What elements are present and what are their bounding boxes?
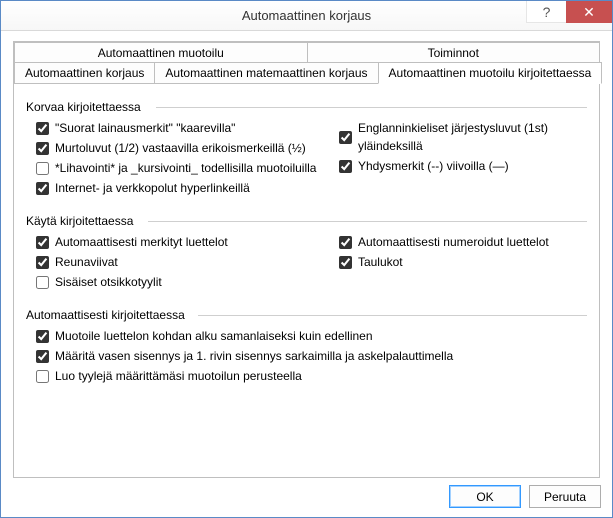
opt-tables[interactable]: Taulukot [329,252,587,272]
lbl-fractions: Murtoluvut (1/2) vastaavilla erikoismerk… [55,139,306,157]
lbl-smart-quotes: "Suorat lainausmerkit" "kaarevilla" [55,119,235,137]
lbl-border-lines: Reunaviivat [55,253,118,271]
tab-container: Automaattinen muotoilu Toiminnot Automaa… [13,41,600,478]
opt-smart-quotes[interactable]: "Suorat lainausmerkit" "kaarevilla" [26,118,329,138]
opt-fractions[interactable]: Murtoluvut (1/2) vastaavilla erikoismerk… [26,138,329,158]
opt-ordinals[interactable]: Englanninkieliset järjestysluvut (1st) y… [329,118,587,156]
lbl-tables: Taulukot [358,253,403,271]
tab-math-autocorrect[interactable]: Automaattinen matemaattinen korjaus [154,62,378,84]
lbl-ordinals: Englanninkieliset järjestysluvut (1st) y… [358,119,587,155]
tab-row-top: Automaattinen muotoilu Toiminnot [14,42,599,63]
opt-format-list-like-prev[interactable]: Muotoile luettelon kohdan alku samanlais… [26,326,587,346]
tab-actions[interactable]: Toiminnot [307,42,601,63]
lbl-define-styles: Luo tyylejä määrittämäsi muotoilun perus… [55,367,302,385]
chk-bulleted-lists[interactable] [36,236,49,249]
help-icon[interactable]: ? [526,1,566,23]
opt-set-indent-tabs[interactable]: Määritä vasen sisennys ja 1. rivin sisen… [26,346,587,366]
lbl-dashes: Yhdysmerkit (--) viivoilla (—) [358,157,509,175]
dialog-buttons: OK Peruuta [449,485,601,508]
chk-numbered-lists[interactable] [339,236,352,249]
opt-heading-styles[interactable]: Sisäiset otsikkotyylit [26,272,329,292]
dialog-content: Automaattinen muotoilu Toiminnot Automaa… [1,31,612,488]
opt-bulleted-lists[interactable]: Automaattisesti merkityt luettelot [26,232,329,252]
opt-dashes[interactable]: Yhdysmerkit (--) viivoilla (—) [329,156,587,176]
chk-format-list-like-prev[interactable] [36,330,49,343]
tab-row-bottom: Automaattinen korjaus Automaattinen mate… [14,62,599,84]
tab-auto-format[interactable]: Automaattinen muotoilu [14,42,308,63]
chk-ordinals[interactable] [339,131,352,144]
lbl-numbered-lists: Automaattisesti numeroidut luettelot [358,233,549,251]
chk-define-styles[interactable] [36,370,49,383]
group-apply: Automaattisesti merkityt luettelot Reuna… [26,232,587,292]
group-replace-title: Korvaa kirjoitettaessa [26,100,587,114]
chk-fractions[interactable] [36,142,49,155]
chk-tables[interactable] [339,256,352,269]
opt-define-styles[interactable]: Luo tyylejä määrittämäsi muotoilun perus… [26,366,587,386]
lbl-format-list-like-prev: Muotoile luettelon kohdan alku samanlais… [55,327,373,345]
opt-border-lines[interactable]: Reunaviivat [26,252,329,272]
lbl-bold-italic: *Lihavointi* ja _kursivointi_ todellisil… [55,159,316,177]
titlebar: Automaattinen korjaus ? ✕ [1,1,612,31]
chk-bold-italic[interactable] [36,162,49,175]
tab-autocorrect[interactable]: Automaattinen korjaus [14,62,155,84]
group-apply-title: Käytä kirjoitettaessa [26,214,587,228]
chk-hyperlinks[interactable] [36,182,49,195]
window-title: Automaattinen korjaus [1,8,612,23]
lbl-heading-styles: Sisäiset otsikkotyylit [55,273,162,291]
lbl-hyperlinks: Internet- ja verkkopolut hyperlinkeillä [55,179,250,197]
ok-button[interactable]: OK [449,485,521,508]
opt-numbered-lists[interactable]: Automaattisesti numeroidut luettelot [329,232,587,252]
chk-border-lines[interactable] [36,256,49,269]
chk-set-indent-tabs[interactable] [36,350,49,363]
window-controls: ? ✕ [526,1,612,30]
tab-autoformat-typing[interactable]: Automaattinen muotoilu kirjoitettaessa [378,62,603,84]
chk-heading-styles[interactable] [36,276,49,289]
lbl-set-indent-tabs: Määritä vasen sisennys ja 1. rivin sisen… [55,347,453,365]
group-auto: Muotoile luettelon kohdan alku samanlais… [26,326,587,386]
close-icon[interactable]: ✕ [566,1,612,23]
group-replace: "Suorat lainausmerkit" "kaarevilla" Murt… [26,118,587,198]
cancel-button[interactable]: Peruuta [529,485,601,508]
opt-hyperlinks[interactable]: Internet- ja verkkopolut hyperlinkeillä [26,178,329,198]
chk-smart-quotes[interactable] [36,122,49,135]
chk-dashes[interactable] [339,160,352,173]
lbl-bulleted-lists: Automaattisesti merkityt luettelot [55,233,228,251]
tab-panel: Korvaa kirjoitettaessa "Suorat lainausme… [14,83,599,477]
opt-bold-italic[interactable]: *Lihavointi* ja _kursivointi_ todellisil… [26,158,329,178]
group-auto-title: Automaattisesti kirjoitettaessa [26,308,587,322]
